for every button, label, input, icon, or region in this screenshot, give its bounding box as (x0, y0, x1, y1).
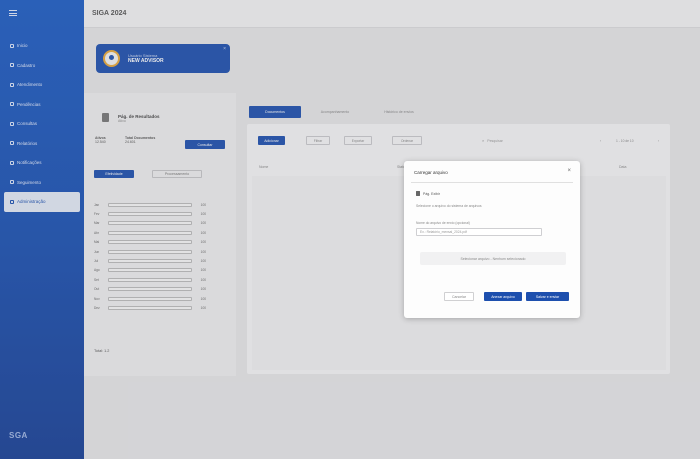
file-picker[interactable]: Selecionar arquivo - Nenhum selecionado (420, 252, 566, 265)
field-label: Nome do arquivo de envio (opcional) (416, 221, 470, 225)
close-icon[interactable]: × (567, 168, 571, 174)
save-send-button[interactable]: Salvar e enviar (526, 292, 569, 301)
file-option[interactable]: Pág. Exibir (416, 191, 440, 196)
dialog-title: Carregar arquivo (414, 170, 448, 175)
modal-overlay[interactable] (0, 0, 700, 459)
upload-dialog: Carregar arquivo × Pág. Exibir Selecione… (404, 161, 580, 318)
attach-button[interactable]: Anexar arquivo (484, 292, 522, 301)
dialog-info: Selecione o arquivo do sistema de arquiv… (416, 204, 482, 208)
divider (411, 182, 573, 183)
field-placeholder: Ex.: Relatório_mensal_2024.pdf (420, 230, 467, 234)
file-icon (416, 191, 420, 196)
cancel-button[interactable]: Cancelar (444, 292, 474, 301)
file-name-field[interactable]: Ex.: Relatório_mensal_2024.pdf (416, 228, 542, 236)
file-option-label: Pág. Exibir (423, 191, 440, 196)
